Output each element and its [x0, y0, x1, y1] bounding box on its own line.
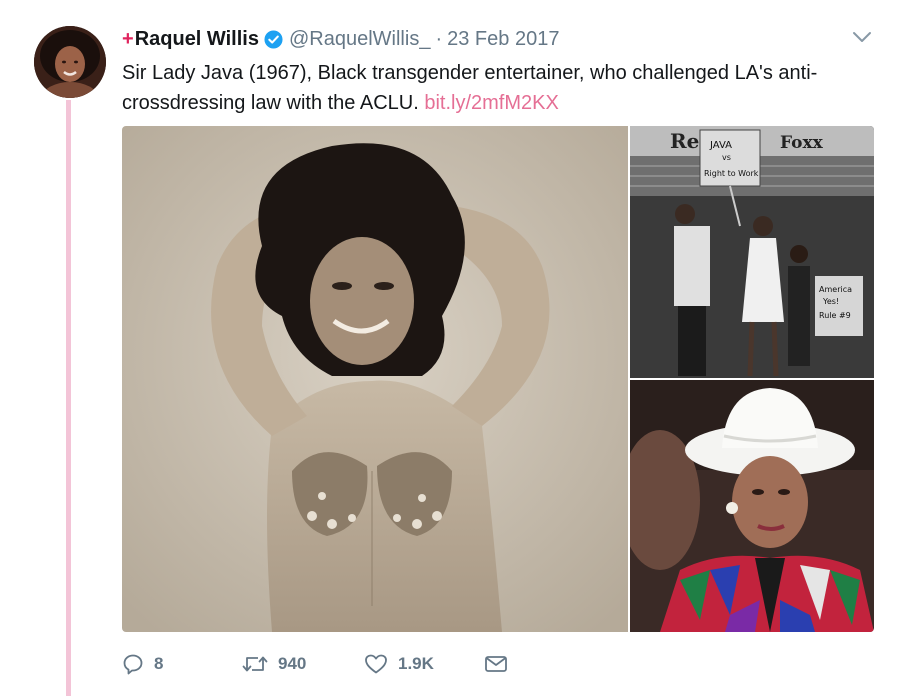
tweet-text: Sir Lady Java (1967), Black transgender … — [122, 58, 882, 118]
reply-icon — [122, 653, 144, 675]
retweet-mark: + — [122, 27, 134, 50]
media-grid: Re Foxx JAVA vs Right to Work America Ye… — [122, 126, 874, 632]
photo-sepia-dancer[interactable] — [122, 126, 628, 632]
retweet-icon — [242, 653, 268, 675]
sign-america: America — [819, 285, 852, 294]
tweet-link[interactable]: bit.ly/2mfM2KX — [424, 92, 558, 114]
sign-java: JAVA — [709, 140, 732, 151]
separator: · — [435, 27, 443, 50]
sign-right-to-work: Right to Work — [704, 169, 759, 178]
sign-vs: vs — [722, 153, 731, 162]
retweet-button[interactable]: 940 — [242, 648, 364, 680]
display-name[interactable]: Raquel Willis — [135, 28, 259, 51]
sign-foxx: Foxx — [780, 133, 824, 153]
photo-woman-white-hat[interactable] — [630, 380, 874, 632]
reply-button[interactable]: 8 — [122, 648, 242, 680]
avatar[interactable] — [34, 26, 106, 98]
reply-count: 8 — [154, 654, 164, 673]
retweet-count: 940 — [278, 654, 307, 673]
direct-message-button[interactable] — [484, 648, 508, 680]
verified-badge-icon — [264, 29, 283, 49]
tweet-date[interactable]: 23 Feb 2017 — [447, 28, 559, 51]
photo-protest[interactable]: Re Foxx JAVA vs Right to Work America Ye… — [630, 126, 874, 378]
tweet-actions: 8 940 1.9K — [122, 648, 508, 680]
sign-rule9: Rule #9 — [819, 311, 851, 320]
like-button[interactable]: 1.9K — [364, 648, 484, 680]
envelope-icon — [484, 653, 508, 675]
like-count: 1.9K — [398, 654, 434, 673]
thread-line — [66, 100, 71, 696]
chevron-down-icon[interactable] — [852, 30, 872, 44]
tweet-header: + Raquel Willis @RaquelWillis_ · 23 Feb … — [122, 24, 559, 54]
user-handle[interactable]: @RaquelWillis_ — [289, 28, 430, 51]
sign-yes: Yes! — [822, 297, 839, 306]
sign-re: Re — [670, 129, 699, 153]
heart-icon — [364, 653, 388, 675]
